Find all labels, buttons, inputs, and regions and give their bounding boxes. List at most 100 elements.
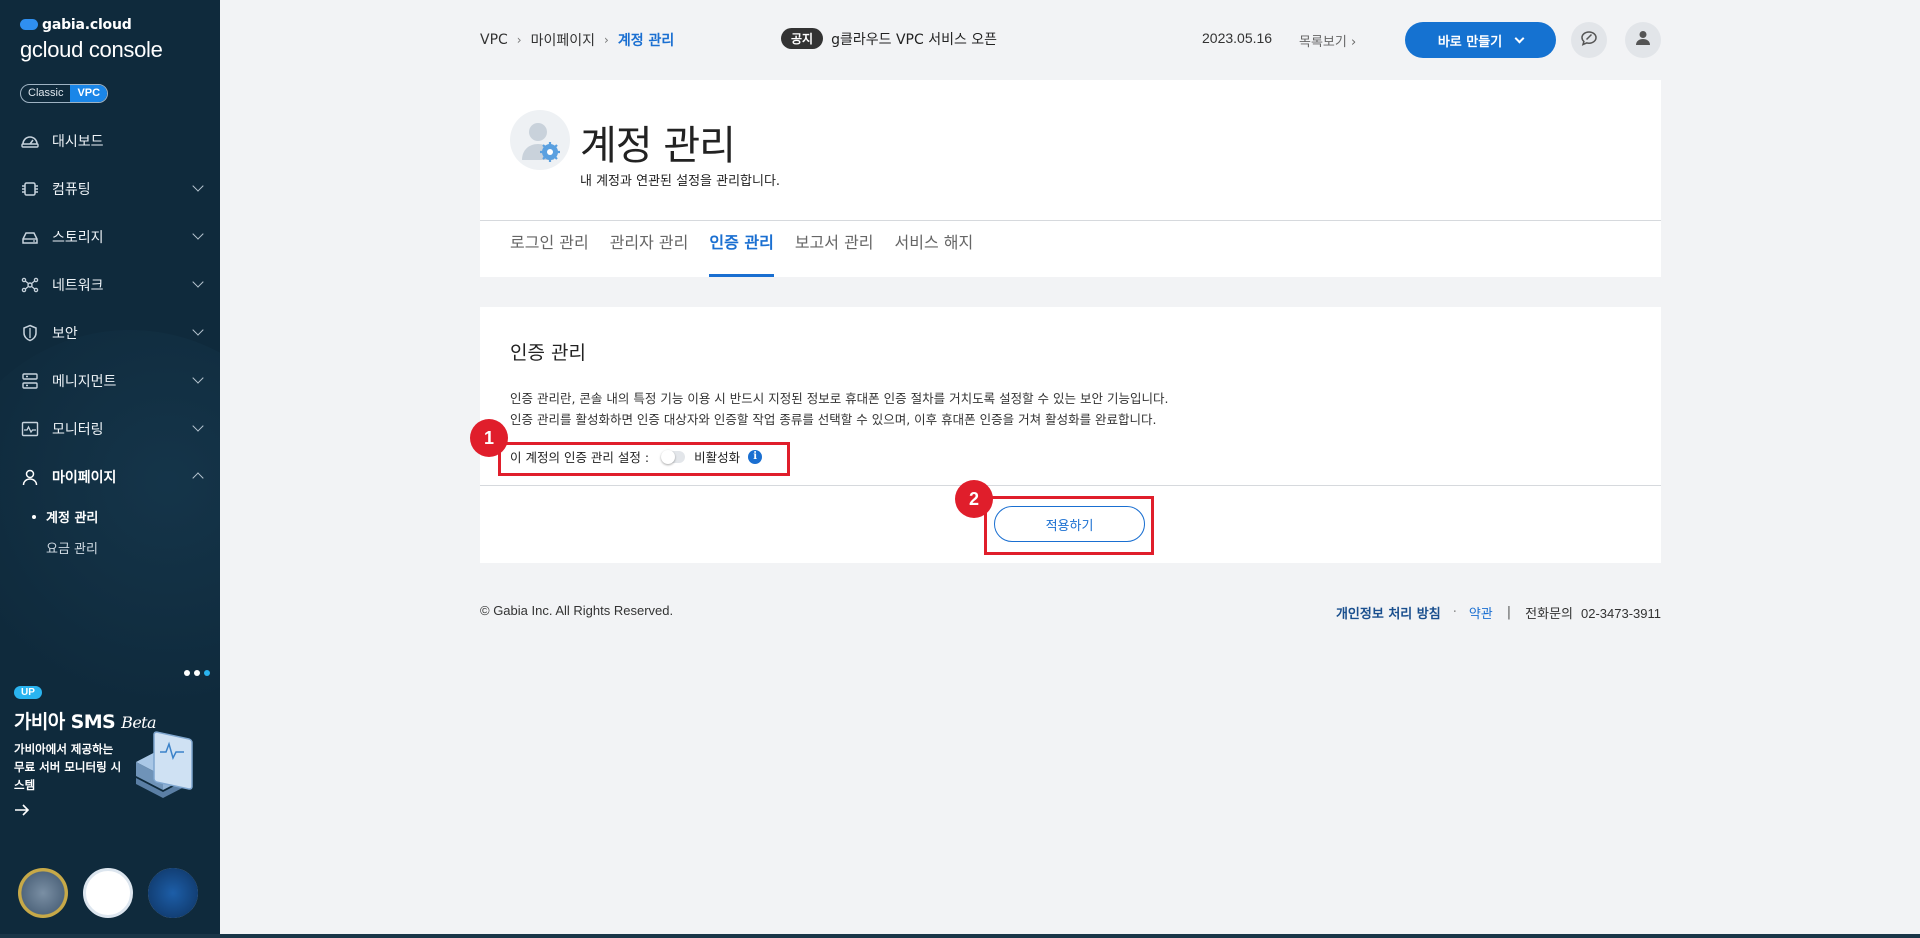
page-description: 내 계정과 연관된 설정을 관리합니다. (580, 174, 781, 189)
notice-tag: 공지 (781, 28, 824, 49)
certification-badge-icon (18, 868, 68, 918)
cloud-service-badge-icon (83, 868, 133, 918)
dashboard-icon (20, 131, 40, 151)
server-monitor-illustration (128, 722, 198, 812)
sidebar-item-label: 스토리지 (52, 230, 104, 246)
separator: | (1506, 605, 1512, 620)
chevron-down-icon (192, 276, 204, 288)
privacy-policy-link[interactable]: 개인정보 처리 방침 (1336, 603, 1441, 622)
carousel-dot[interactable] (194, 670, 200, 676)
sidebar-item-mypage[interactable]: 마이페이지 (0, 453, 220, 501)
sidebar-item-management[interactable]: 메니지먼트 (0, 357, 220, 405)
quick-create-button[interactable]: 바로 만들기 (1405, 22, 1556, 58)
quick-create-label: 바로 만들기 (1437, 34, 1503, 50)
sidebar-subitem-label: 요금 관리 (46, 542, 98, 557)
sidebar-item-label: 컴퓨팅 (52, 182, 91, 198)
tab-bar: 로그인 관리 관리자 관리 인증 관리 보고서 관리 서비스 해지 (510, 221, 994, 277)
sidebar-item-security[interactable]: 보안 (0, 309, 220, 357)
tab-admin[interactable]: 관리자 관리 (610, 221, 689, 277)
carousel-dot-active[interactable] (204, 670, 210, 676)
brand-sub: gabia.cloud (42, 17, 132, 33)
highlight-box-2 (984, 496, 1154, 555)
chevron-down-icon (192, 324, 204, 336)
sidebar-subitem-account[interactable]: 계정 관리 (0, 501, 220, 532)
mode-vpc[interactable]: VPC (70, 85, 108, 102)
phone-contact: 전화문의 02-3473-3911 (1525, 603, 1661, 622)
storage-icon (20, 227, 40, 247)
sidebar-item-dashboard[interactable]: 대시보드 (0, 117, 220, 165)
page-title: 계정 관리 (580, 123, 736, 169)
feedback-button[interactable] (1571, 22, 1607, 58)
network-icon (20, 275, 40, 295)
tab-report[interactable]: 보고서 관리 (795, 221, 874, 277)
page-header-card: 계정 관리 내 계정과 연관된 설정을 관리합니다. 로그인 관리 관리자 관리… (480, 80, 1661, 277)
promo-desc: 가비아에서 제공하는 무료 서버 모니터링 시스템 (14, 742, 122, 792)
notice[interactable]: 공지 g클라우드 VPC 서비스 오픈 (781, 28, 997, 49)
breadcrumb-current: 계정 관리 (617, 33, 675, 49)
sidebar-item-label: 메니지먼트 (52, 374, 117, 390)
description-line: 인증 관리를 활성화하면 인증 대상자와 인증할 작업 종류를 선택할 수 있으… (510, 412, 1157, 427)
chevron-down-icon (1514, 33, 1525, 43)
breadcrumb-item[interactable]: 마이페이지 (531, 30, 595, 50)
sidebar-subitem-label: 계정 관리 (46, 511, 99, 526)
management-icon (20, 371, 40, 391)
user-menu-button[interactable] (1625, 22, 1661, 58)
promo-banner[interactable]: UP 가비아 SMS Beta 가비아에서 제공하는 무료 서버 모니터링 시스… (0, 650, 220, 848)
bullet-icon (32, 514, 36, 519)
brand-logo[interactable]: gabia.cloud gcloud console (20, 14, 163, 63)
divider (480, 485, 1661, 486)
notice-more-link[interactable]: 목록보기 › (1299, 31, 1356, 50)
carousel-dots[interactable] (184, 670, 210, 676)
certification-badges (18, 868, 198, 918)
bottom-strip (0, 934, 1920, 938)
sidebar-item-network[interactable]: 네트워크 (0, 261, 220, 309)
highlight-box-1 (498, 442, 790, 476)
mode-classic[interactable]: Classic (21, 85, 70, 102)
sidebar: gabia.cloud gcloud console Classic VPC 대… (0, 0, 220, 938)
separator: · (1452, 605, 1457, 620)
sidebar-item-label: 네트워크 (52, 278, 104, 294)
carousel-dot[interactable] (184, 670, 190, 676)
account-settings-icon (510, 110, 570, 170)
phone-label: 전화문의 (1525, 606, 1573, 621)
chevron-down-icon (192, 228, 204, 240)
section-title: 인증 관리 (510, 342, 586, 364)
chevron-down-icon (192, 372, 204, 384)
footer-links: 개인정보 처리 방침 · 약관 | 전화문의 02-3473-3911 (1336, 603, 1661, 622)
description-line: 인증 관리란, 콘솔 내의 특정 기능 이용 시 반드시 지정된 정보로 휴대폰… (510, 391, 1169, 406)
chat-icon (1580, 29, 1598, 51)
notice-date: 2023.05.16 (1202, 30, 1273, 46)
sidebar-item-label: 모니터링 (52, 422, 104, 438)
sidebar-subitem-billing[interactable]: 요금 관리 (0, 532, 220, 563)
step-marker-2: 2 (955, 480, 993, 518)
tab-cancel-service[interactable]: 서비스 해지 (895, 221, 974, 277)
step-marker-1: 1 (470, 419, 508, 457)
copyright: © Gabia Inc. All Rights Reserved. (480, 603, 674, 618)
tab-login[interactable]: 로그인 관리 (510, 221, 589, 277)
notice-more-label: 목록보기 (1299, 35, 1347, 50)
phone-number: 02-3473-3911 (1581, 606, 1661, 621)
sidebar-item-monitoring[interactable]: 모니터링 (0, 405, 220, 453)
cloud-logo-icon (20, 19, 38, 30)
chevron-right-icon: › (516, 33, 522, 47)
sidebar-item-computing[interactable]: 컴퓨팅 (0, 165, 220, 213)
sidebar-item-label: 보안 (52, 326, 78, 342)
top-bar: VPC › 마이페이지 › 계정 관리 공지 g클라우드 VPC 서비스 오픈 … (480, 18, 1661, 58)
csap-badge-icon (148, 868, 198, 918)
terms-link[interactable]: 약관 (1469, 603, 1493, 622)
chip-icon (20, 179, 40, 199)
sidebar-item-storage[interactable]: 스토리지 (0, 213, 220, 261)
tab-auth[interactable]: 인증 관리 (709, 221, 775, 277)
chevron-down-icon (192, 420, 204, 432)
arrow-right-icon[interactable] (14, 802, 30, 821)
chevron-right-icon: › (604, 33, 609, 47)
monitoring-icon (20, 419, 40, 439)
chevron-down-icon (192, 180, 204, 192)
mode-switch[interactable]: Classic VPC (20, 84, 109, 103)
sidebar-item-label: 대시보드 (52, 134, 104, 150)
promo-badge: UP (14, 686, 42, 699)
notice-text[interactable]: g클라우드 VPC 서비스 오픈 (831, 29, 997, 49)
breadcrumb-item[interactable]: VPC (480, 32, 508, 48)
chevron-up-icon (192, 472, 204, 484)
chevron-right-icon: › (1350, 35, 1357, 50)
